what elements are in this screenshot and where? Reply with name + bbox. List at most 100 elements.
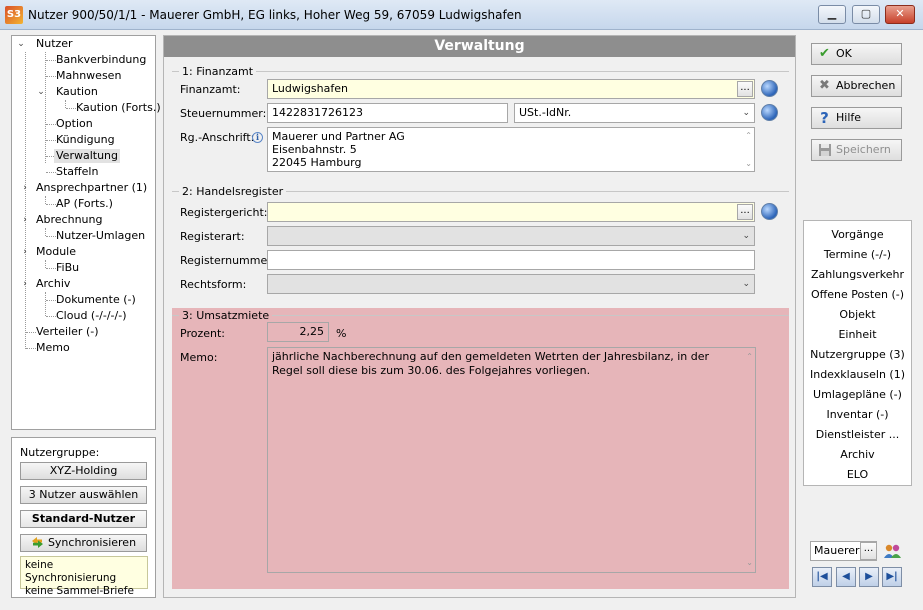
- tree-item-option[interactable]: Option: [56, 117, 93, 131]
- last-record-button[interactable]: ▶|: [882, 567, 902, 587]
- nutzergruppe-panel: Nutzergruppe: XYZ-Holding 3 Nutzer auswä…: [11, 437, 156, 598]
- holding-button[interactable]: XYZ-Holding: [20, 462, 147, 480]
- link-objekt[interactable]: Objekt: [804, 308, 911, 322]
- standard-user-button[interactable]: Standard-Nutzer: [20, 510, 147, 528]
- tree-item-nutzer-umlagen[interactable]: Nutzer-Umlagen: [56, 229, 145, 243]
- ok-button-label: OK: [836, 47, 852, 60]
- save-button-label: Speichern: [836, 143, 891, 156]
- prozent-field[interactable]: 2,25: [267, 322, 329, 342]
- link-umlageplaene[interactable]: Umlagepläne (-): [804, 388, 911, 402]
- section-umsatzmiete: 3: Umsatzmiete: [172, 309, 789, 322]
- cancel-button[interactable]: ✖ Abbrechen: [811, 75, 902, 97]
- collapse-icon[interactable]: ⌄: [16, 37, 26, 51]
- tree-item-verwaltung[interactable]: Verwaltung: [54, 149, 120, 163]
- link-vorgaenge[interactable]: Vorgänge: [804, 228, 911, 242]
- tree-item-verteiler[interactable]: Verteiler (-): [36, 325, 99, 339]
- minimize-button[interactable]: ▁: [818, 5, 846, 24]
- link-elo[interactable]: ELO: [804, 468, 911, 482]
- maximize-button[interactable]: ▢: [852, 5, 880, 24]
- next-record-button[interactable]: ▶: [859, 567, 879, 587]
- link-dienstleister[interactable]: Dienstleister ...: [804, 428, 911, 442]
- ok-button[interactable]: ✔ OK: [811, 43, 902, 65]
- link-offene-posten[interactable]: Offene Posten (-): [804, 288, 911, 302]
- tree-item-staffeln[interactable]: Staffeln: [56, 165, 98, 179]
- registerart-select[interactable]: ⌄: [267, 226, 755, 246]
- sync-status-note: keine Synchronisierung keine Sammel-Brie…: [20, 556, 148, 597]
- registergericht-field[interactable]: ...: [267, 202, 755, 222]
- question-icon: ?: [820, 109, 829, 127]
- cancel-button-label: Abbrechen: [836, 79, 896, 92]
- rg-anschrift-label: Rg.-Anschrift:: [180, 131, 255, 144]
- expand-icon[interactable]: ›: [20, 277, 30, 291]
- help-button[interactable]: ? Hilfe: [811, 107, 902, 129]
- rg-anschrift-field[interactable]: Mauerer und Partner AG Eisenbahnstr. 5 2…: [267, 127, 755, 172]
- steuernummer-field[interactable]: 1422831726123: [267, 103, 508, 123]
- tree-item-kuendigung[interactable]: Kündigung: [56, 133, 115, 147]
- rg-line-2: Eisenbahnstr. 5: [272, 143, 357, 156]
- tree-item-ap-forts[interactable]: AP (Forts.): [56, 197, 113, 211]
- related-links-list: Vorgänge Termine (-/-) Zahlungsverkehr O…: [803, 220, 912, 486]
- link-nutzergruppe[interactable]: Nutzergruppe (3): [804, 348, 911, 362]
- globe-icon[interactable]: [761, 80, 778, 97]
- close-button[interactable]: ✕: [885, 5, 915, 24]
- tree-item-ansprechpartner[interactable]: Ansprechpartner (1): [36, 181, 147, 195]
- app-icon: S3: [5, 6, 23, 24]
- link-inventar[interactable]: Inventar (-): [804, 408, 911, 422]
- tree-item-mahnwesen[interactable]: Mahnwesen: [56, 69, 121, 83]
- select-users-button[interactable]: 3 Nutzer auswählen: [20, 486, 147, 504]
- prozent-unit: %: [336, 327, 347, 340]
- link-zahlungsverkehr[interactable]: Zahlungsverkehr: [804, 268, 911, 282]
- info-icon[interactable]: i: [252, 132, 263, 143]
- section-title-handelsregister: 2: Handelsregister: [179, 185, 287, 198]
- main-content: Verwaltung 1: Finanzamt Finanzamt: Ludwi…: [163, 35, 796, 598]
- scroll-up-icon[interactable]: ⌃: [746, 350, 753, 364]
- scroll-down-icon[interactable]: ⌄: [746, 556, 753, 570]
- sync-icon: [31, 536, 44, 549]
- user-lookup-button[interactable]: ...: [860, 542, 877, 560]
- globe-icon[interactable]: [761, 104, 778, 121]
- link-indexklauseln[interactable]: Indexklauseln (1): [804, 368, 911, 382]
- cancel-x-icon: ✖: [819, 78, 830, 93]
- tree-item-abrechnung[interactable]: Abrechnung: [36, 213, 102, 227]
- expand-icon[interactable]: ›: [20, 181, 30, 195]
- tree-item-fibu[interactable]: FiBu: [56, 261, 79, 275]
- tree-item-cloud[interactable]: Cloud (-/-/-/-): [56, 309, 127, 323]
- users-icon[interactable]: [883, 542, 902, 560]
- scroll-up-icon[interactable]: ⌃: [745, 129, 752, 142]
- finanzamt-value: Ludwigshafen: [272, 82, 348, 95]
- registernummer-field[interactable]: [267, 250, 755, 270]
- registergericht-lookup-button[interactable]: ...: [737, 204, 753, 220]
- memo-field[interactable]: jährliche Nachberechnung auf den gemelde…: [267, 347, 756, 573]
- checkmark-icon: ✔: [819, 46, 830, 61]
- sync-button[interactable]: Synchronisieren: [20, 534, 147, 552]
- tree-item-archiv[interactable]: Archiv: [36, 277, 70, 291]
- tree-item-bankverbindung[interactable]: Bankverbindung: [56, 53, 146, 67]
- navigation-tree: ⌄ Nutzer Bankverbindung Mahnwesen ⌄ Kaut…: [11, 35, 161, 430]
- expand-icon[interactable]: ›: [20, 213, 30, 227]
- link-archiv[interactable]: Archiv: [804, 448, 911, 462]
- first-record-button[interactable]: |◀: [812, 567, 832, 587]
- tree-item-nutzer[interactable]: Nutzer: [36, 37, 73, 51]
- tree-item-dokumente[interactable]: Dokumente (-): [56, 293, 136, 307]
- rechtsform-select[interactable]: ⌄: [267, 274, 755, 294]
- tree-item-kaution[interactable]: Kaution: [56, 85, 98, 99]
- link-einheit[interactable]: Einheit: [804, 328, 911, 342]
- section-title-finanzamt: 1: Finanzamt: [179, 65, 257, 78]
- sync-button-label: Synchronisieren: [47, 536, 137, 549]
- collapse-icon[interactable]: ⌄: [36, 85, 46, 99]
- previous-record-button[interactable]: ◀: [836, 567, 856, 587]
- expand-icon[interactable]: ›: [20, 245, 30, 259]
- link-termine[interactable]: Termine (-/-): [804, 248, 911, 262]
- tree-item-module[interactable]: Module: [36, 245, 76, 259]
- finanzamt-lookup-button[interactable]: ...: [737, 81, 753, 97]
- scroll-down-icon[interactable]: ⌄: [745, 157, 752, 170]
- finanzamt-field[interactable]: Ludwigshafen ...: [267, 79, 755, 99]
- tree-item-memo[interactable]: Memo: [36, 341, 70, 355]
- ust-type-select[interactable]: USt.-IdNr. ⌄: [514, 103, 755, 123]
- rechtsform-label: Rechtsform:: [180, 278, 247, 291]
- memo-text: jährliche Nachberechnung auf den gemelde…: [272, 350, 710, 377]
- tree-item-kaution-forts[interactable]: Kaution (Forts.): [76, 101, 161, 115]
- save-button[interactable]: Speichern: [811, 139, 902, 161]
- prozent-label: Prozent:: [180, 327, 225, 340]
- globe-icon[interactable]: [761, 203, 778, 220]
